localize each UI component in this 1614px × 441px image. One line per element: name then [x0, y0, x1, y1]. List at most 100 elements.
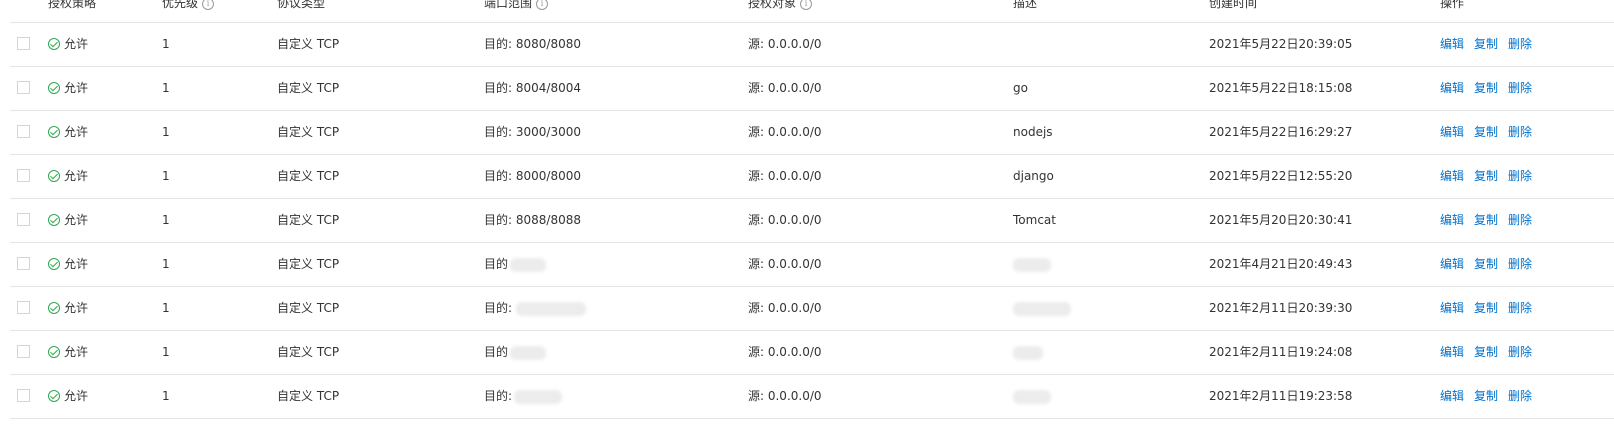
source-cell: 源: 0.0.0.0/0 — [748, 301, 822, 315]
header-priority: 优先级 i — [162, 0, 215, 12]
source-cell: 源: 0.0.0.0/0 — [748, 257, 822, 271]
protocol-cell: 自定义 TCP — [277, 81, 340, 95]
copy-link[interactable]: 复制 — [1474, 389, 1498, 403]
description-cell: django — [1013, 169, 1054, 183]
redacted-blur — [1013, 301, 1071, 316]
description-cell: nodejs — [1013, 125, 1053, 139]
info-icon[interactable]: i — [800, 0, 813, 10]
created-time-cell: 2021年5月22日16:29:27 — [1209, 125, 1353, 139]
delete-link[interactable]: 删除 — [1508, 301, 1532, 315]
edit-link[interactable]: 编辑 — [1440, 389, 1464, 403]
copy-link[interactable]: 复制 — [1474, 37, 1498, 51]
delete-link[interactable]: 删除 — [1508, 345, 1532, 359]
delete-link[interactable]: 删除 — [1508, 125, 1532, 139]
source-cell: 源: 0.0.0.0/0 — [748, 37, 822, 51]
policy-cell: 允许 — [48, 199, 88, 242]
policy-label: 允许 — [64, 125, 89, 139]
policy-label: 允许 — [64, 301, 89, 315]
row-checkbox[interactable] — [17, 389, 30, 402]
check-circle-icon — [48, 213, 60, 226]
table-row: 允许 1 自定义 TCP 目的: 8000/8000 源: 0.0.0.0/0 … — [10, 155, 1614, 199]
row-checkbox[interactable] — [17, 169, 30, 182]
priority-cell: 1 — [162, 169, 170, 183]
row-checkbox[interactable] — [17, 213, 30, 226]
port-cell: 目的: — [484, 375, 563, 418]
port-cell: 目的: 8080/8080 — [484, 37, 581, 51]
port-label: 目的: — [484, 301, 513, 315]
row-checkbox[interactable] — [17, 37, 30, 50]
edit-link[interactable]: 编辑 — [1440, 301, 1464, 315]
delete-link[interactable]: 删除 — [1508, 37, 1532, 51]
source-cell: 源: 0.0.0.0/0 — [748, 345, 822, 359]
row-checkbox[interactable] — [17, 345, 30, 358]
copy-link[interactable]: 复制 — [1474, 169, 1498, 183]
row-checkbox[interactable] — [17, 257, 30, 270]
protocol-cell: 自定义 TCP — [277, 213, 340, 227]
table-row: 允许 1 自定义 TCP 目的 源: 0.0.0.0/0 2021年2月11日1… — [10, 331, 1614, 375]
edit-link[interactable]: 编辑 — [1440, 125, 1464, 139]
port-cell: 目的: 8004/8004 — [484, 81, 581, 95]
edit-link[interactable]: 编辑 — [1440, 345, 1464, 359]
row-checkbox[interactable] — [17, 125, 30, 138]
policy-cell: 允许 — [48, 23, 88, 66]
delete-link[interactable]: 删除 — [1508, 81, 1532, 95]
source-cell: 源: 0.0.0.0/0 — [748, 81, 822, 95]
copy-link[interactable]: 复制 — [1474, 257, 1498, 271]
check-circle-icon — [48, 81, 60, 94]
created-time-cell: 2021年2月11日20:39:30 — [1209, 301, 1353, 315]
policy-label: 允许 — [64, 169, 89, 183]
description-cell — [1013, 331, 1043, 374]
port-label: 目的 — [484, 257, 509, 271]
source-cell: 源: 0.0.0.0/0 — [748, 389, 822, 403]
delete-link[interactable]: 删除 — [1508, 257, 1532, 271]
delete-link[interactable]: 删除 — [1508, 169, 1532, 183]
header-protocol: 协议类型 — [277, 0, 326, 10]
policy-label: 允许 — [64, 213, 89, 227]
copy-link[interactable]: 复制 — [1474, 125, 1498, 139]
edit-link[interactable]: 编辑 — [1440, 169, 1464, 183]
operations-cell: 编辑 复制 删除 — [1440, 375, 1542, 418]
protocol-cell: 自定义 TCP — [277, 125, 340, 139]
copy-link[interactable]: 复制 — [1474, 213, 1498, 227]
priority-cell: 1 — [162, 213, 170, 227]
edit-link[interactable]: 编辑 — [1440, 37, 1464, 51]
edit-link[interactable]: 编辑 — [1440, 257, 1464, 271]
policy-label: 允许 — [64, 345, 89, 359]
check-circle-icon — [48, 301, 60, 314]
info-icon[interactable]: i — [202, 0, 215, 10]
row-checkbox[interactable] — [17, 301, 30, 314]
table-row: 允许 1 自定义 TCP 目的: 源: 0.0.0.0/0 2021年2月11日… — [10, 287, 1614, 331]
delete-link[interactable]: 删除 — [1508, 389, 1532, 403]
created-time-cell: 2021年5月22日20:39:05 — [1209, 37, 1353, 51]
priority-cell: 1 — [162, 345, 170, 359]
check-circle-icon — [48, 345, 60, 358]
operations-cell: 编辑 复制 删除 — [1440, 155, 1542, 198]
copy-link[interactable]: 复制 — [1474, 301, 1498, 315]
policy-cell: 允许 — [48, 111, 88, 154]
table-row: 允许 1 自定义 TCP 目的: 8004/8004 源: 0.0.0.0/0 … — [10, 67, 1614, 111]
policy-label: 允许 — [64, 37, 89, 51]
header-policy: 授权策略 — [48, 0, 97, 10]
check-circle-icon — [48, 37, 60, 50]
priority-cell: 1 — [162, 257, 170, 271]
edit-link[interactable]: 编辑 — [1440, 213, 1464, 227]
created-time-cell: 2021年5月22日12:55:20 — [1209, 169, 1353, 183]
description-cell — [1013, 287, 1071, 330]
policy-label: 允许 — [64, 81, 89, 95]
table-row: 允许 1 自定义 TCP 目的 源: 0.0.0.0/0 2021年4月21日2… — [10, 243, 1614, 287]
check-circle-icon — [48, 125, 60, 138]
check-circle-icon — [48, 389, 60, 402]
created-time-cell: 2021年5月20日20:30:41 — [1209, 213, 1353, 227]
copy-link[interactable]: 复制 — [1474, 81, 1498, 95]
delete-link[interactable]: 删除 — [1508, 213, 1532, 227]
protocol-cell: 自定义 TCP — [277, 257, 340, 271]
policy-cell: 允许 — [48, 67, 88, 110]
row-checkbox[interactable] — [17, 81, 30, 94]
priority-cell: 1 — [162, 389, 170, 403]
table-header: 授权策略 优先级 i 协议类型 端口范围 i 授权对象 i 描述 创建时间 操作 — [10, 0, 1614, 23]
copy-link[interactable]: 复制 — [1474, 345, 1498, 359]
info-icon[interactable]: i — [536, 0, 549, 10]
source-cell: 源: 0.0.0.0/0 — [748, 125, 822, 139]
edit-link[interactable]: 编辑 — [1440, 81, 1464, 95]
header-created-time: 创建时间 — [1209, 0, 1258, 10]
